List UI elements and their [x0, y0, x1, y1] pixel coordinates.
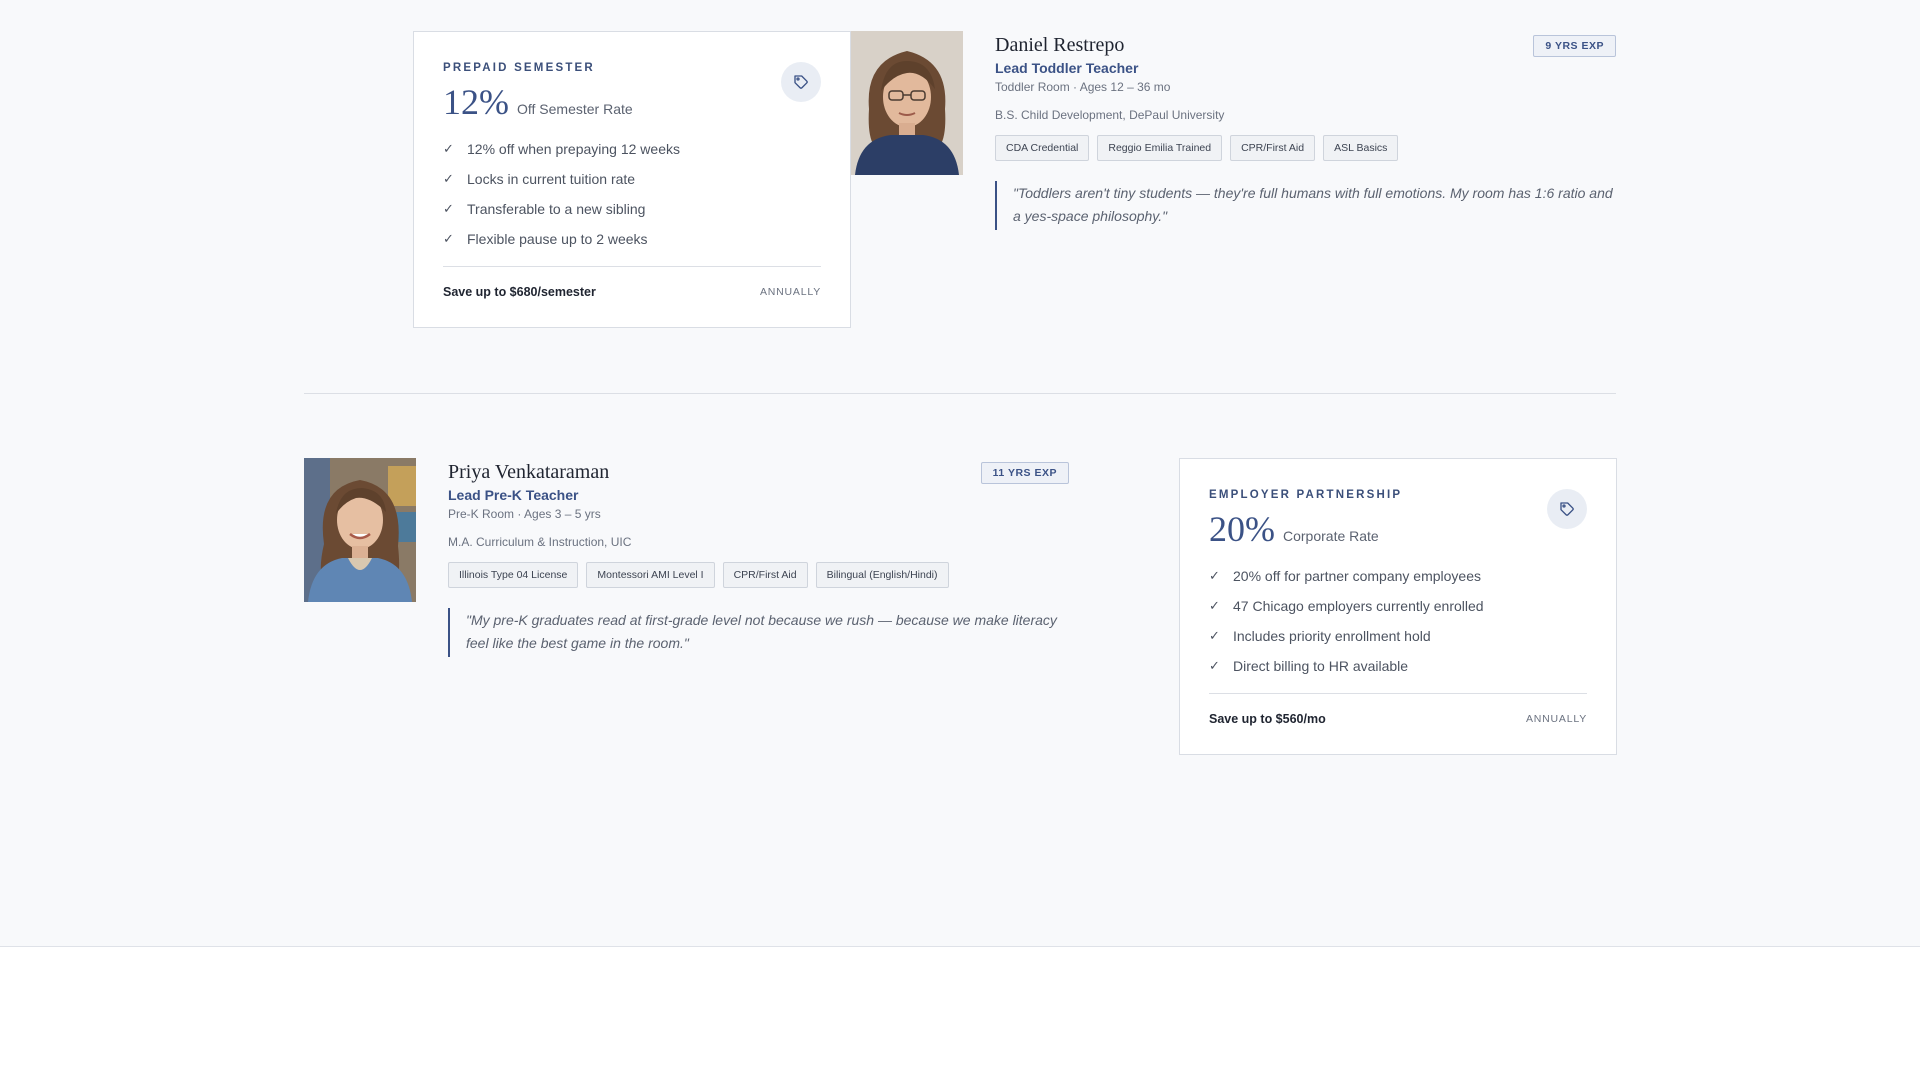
- check-icon: ✓: [443, 231, 454, 246]
- offer-eyebrow: PREPAID SEMESTER: [443, 62, 595, 74]
- list-item: ✓ Transferable to a new sibling: [443, 194, 821, 224]
- check-icon: ✓: [1209, 628, 1220, 643]
- credential-chips: Illinois Type 04 License Montessori AMI …: [448, 562, 1069, 588]
- list-item: ✓ Includes priority enrollment hold: [1209, 621, 1587, 651]
- benefit-text: 12% off when prepaying 12 weeks: [467, 141, 680, 157]
- offer-benefits-list: ✓ 12% off when prepaying 12 weeks ✓ Locks …: [443, 134, 821, 254]
- offer-rate-label: Off Semester Rate: [517, 101, 633, 117]
- teacher-name: Daniel Restrepo: [995, 34, 1125, 56]
- offer-eyebrow: EMPLOYER PARTNERSHIP: [1209, 489, 1403, 501]
- benefit-text: 20% off for partner company employees: [1233, 568, 1481, 584]
- offer-card-prepaid-semester: PREPAID SEMESTER 12% Off Semester Rate ✓…: [413, 31, 851, 328]
- tag-icon: [1547, 489, 1587, 529]
- experience-badge: 9 YRS EXP: [1533, 35, 1616, 57]
- offer-footer: Save up to $560/mo ANNUALLY: [1209, 693, 1587, 726]
- experience-badge: 11 YRS EXP: [980, 462, 1069, 484]
- offer-savings: Save up to $680/semester: [443, 285, 596, 299]
- list-item: ✓ Locks in current tuition rate: [443, 164, 821, 194]
- check-icon: ✓: [1209, 568, 1220, 583]
- credential-chip: CPR/First Aid: [722, 562, 808, 588]
- credential-chip: CPR/First Aid: [1230, 135, 1316, 161]
- offer-headline: 12% Off Semester Rate: [443, 82, 821, 122]
- teacher-name: Priya Venkataraman: [448, 461, 610, 483]
- check-icon: ✓: [443, 141, 454, 156]
- credential-chip: Montessori AMI Level I: [586, 562, 715, 588]
- teacher-photo-daniel: [851, 31, 963, 175]
- teacher-profile-daniel: Daniel Restrepo 9 YRS EXP Lead Toddler T…: [995, 33, 1616, 230]
- list-item: ✓ 20% off for partner company employees: [1209, 561, 1587, 591]
- credential-chip: Illinois Type 04 License: [448, 562, 579, 588]
- offer-headline: 20% Corporate Rate: [1209, 509, 1587, 549]
- teacher-role: Lead Pre-K Teacher: [448, 487, 579, 503]
- credential-chip: Reggio Emilia Trained: [1097, 135, 1223, 161]
- teacher-role: Lead Toddler Teacher: [995, 60, 1139, 76]
- list-item: ✓ Direct billing to HR available: [1209, 651, 1587, 681]
- teacher-profile-priya: Priya Venkataraman 11 YRS EXP Lead Pre-K…: [448, 460, 1069, 657]
- offer-footer: Save up to $680/semester ANNUALLY: [443, 266, 821, 299]
- offer-percent: 12%: [443, 82, 509, 122]
- teacher-photo-priya: [304, 458, 416, 602]
- credential-chip: ASL Basics: [1323, 135, 1399, 161]
- offer-benefits-list: ✓ 20% off for partner company employees ✓…: [1209, 561, 1587, 681]
- teacher-education: M.A. Curriculum & Instruction, UIC: [448, 535, 632, 549]
- offer-card-employer-partnership: EMPLOYER PARTNERSHIP 20% Corporate Rate …: [1179, 458, 1617, 755]
- credential-chip: CDA Credential: [995, 135, 1090, 161]
- benefit-text: 47 Chicago employers currently enrolled: [1233, 598, 1484, 614]
- check-icon: ✓: [443, 171, 454, 186]
- teacher-room: Toddler Room · Ages 12 – 36 mo: [995, 80, 1171, 94]
- offer-percent: 20%: [1209, 509, 1275, 549]
- teacher-quote: "Toddlers aren't tiny students — they're…: [995, 181, 1616, 230]
- credential-chip: Bilingual (English/Hindi): [815, 562, 949, 588]
- tag-icon: [781, 62, 821, 102]
- offer-billing-cycle: ANNUALLY: [759, 286, 821, 298]
- check-icon: ✓: [443, 201, 454, 216]
- credential-chips: CDA Credential Reggio Emilia Trained CPR…: [995, 135, 1616, 161]
- offer-savings: Save up to $560/mo: [1209, 712, 1326, 726]
- list-item: ✓ 12% off when prepaying 12 weeks: [443, 134, 821, 164]
- section-divider: [304, 393, 1616, 394]
- list-item: ✓ Flexible pause up to 2 weeks: [443, 224, 821, 254]
- list-item: ✓ 47 Chicago employers currently enrolled: [1209, 591, 1587, 621]
- check-icon: ✓: [1209, 598, 1220, 613]
- teacher-quote: "My pre-K graduates read at first-grade …: [448, 608, 1069, 657]
- benefit-text: Includes priority enrollment hold: [1233, 628, 1431, 644]
- teacher-room: Pre-K Room · Ages 3 – 5 yrs: [448, 507, 601, 521]
- benefit-text: Flexible pause up to 2 weeks: [467, 231, 648, 247]
- offer-billing-cycle: ANNUALLY: [1525, 713, 1587, 725]
- teacher-education: B.S. Child Development, DePaul Universit…: [995, 108, 1225, 122]
- offer-rate-label: Corporate Rate: [1283, 528, 1379, 544]
- check-icon: ✓: [1209, 658, 1220, 673]
- benefit-text: Locks in current tuition rate: [467, 171, 636, 187]
- benefit-text: Direct billing to HR available: [1233, 658, 1409, 674]
- benefit-text: Transferable to a new sibling: [467, 201, 646, 217]
